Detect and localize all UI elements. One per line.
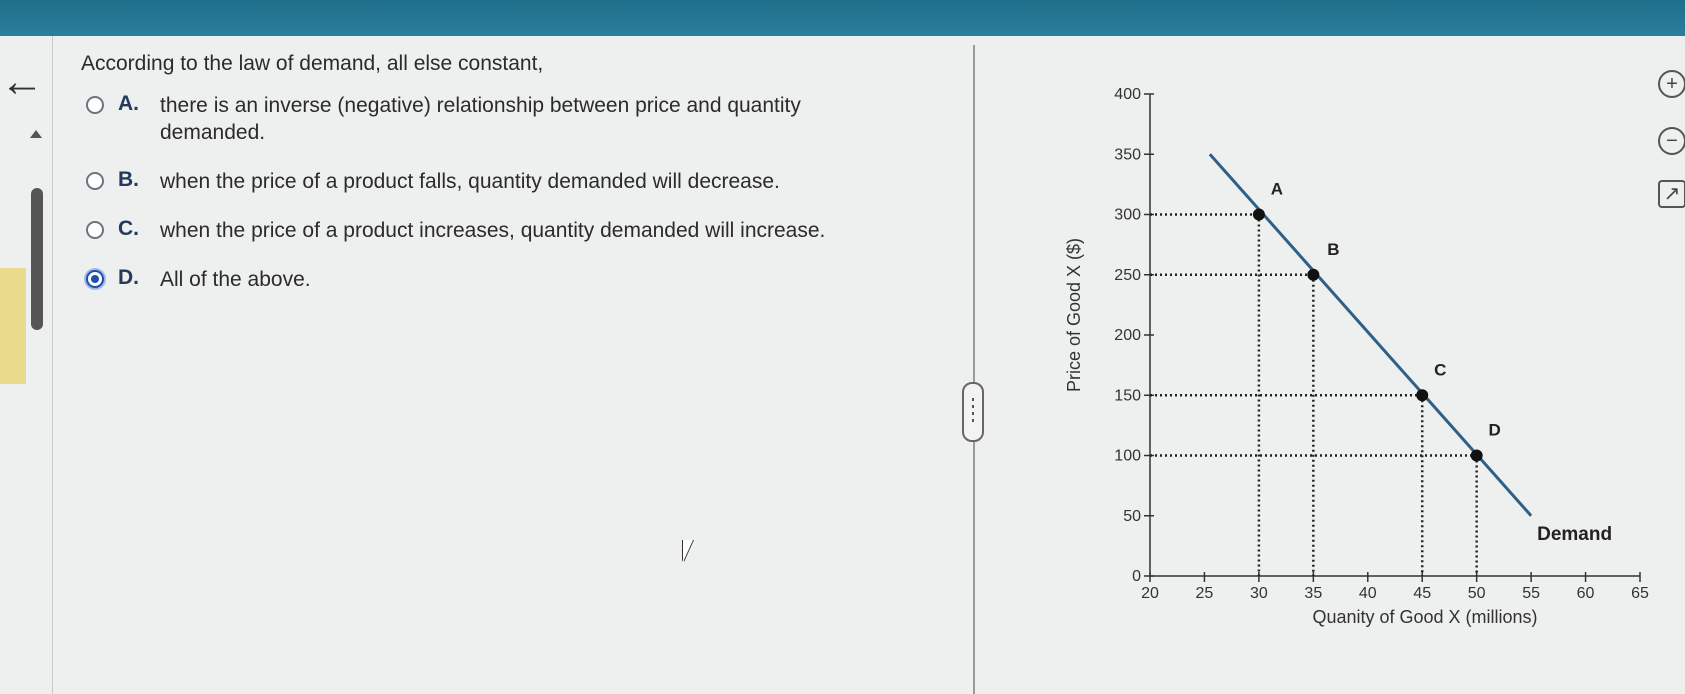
x-tick-label: 55 xyxy=(1522,585,1540,602)
y-tick-label: 50 xyxy=(1123,508,1141,525)
top-banner xyxy=(0,0,1685,36)
y-tick-label: 100 xyxy=(1114,448,1141,465)
point-b xyxy=(1307,268,1320,281)
option-d-text: All of the above. xyxy=(160,268,311,291)
scrollbar-thumb[interactable] xyxy=(31,188,43,330)
point-label-c: C xyxy=(1434,360,1446,379)
option-b-letter: B. xyxy=(118,168,139,191)
point-label-a: A xyxy=(1271,180,1283,199)
external-link-icon[interactable]: ↗ xyxy=(1658,180,1685,208)
y-tick-label: 0 xyxy=(1132,568,1141,585)
y-tick-label: 200 xyxy=(1114,327,1141,344)
option-a-radio[interactable] xyxy=(86,96,104,114)
y-tick-label: 400 xyxy=(1114,86,1141,103)
x-tick-label: 20 xyxy=(1141,585,1159,602)
x-tick-label: 65 xyxy=(1631,585,1649,602)
x-tick-label: 30 xyxy=(1250,585,1268,602)
question-panel: According to the law of demand, all else… xyxy=(81,52,941,315)
scroll-up-arrow-icon[interactable] xyxy=(30,130,42,138)
option-a-letter: A. xyxy=(118,92,139,115)
y-tick-label: 350 xyxy=(1114,146,1141,163)
demand-chart: 0 50 100 150 200 250 300 350 400 20 25 30 35 40 45 50 55… xyxy=(1064,86,1649,627)
option-b-text: when the price of a product falls, quant… xyxy=(160,170,780,193)
point-c xyxy=(1416,389,1429,402)
panel-resize-handle[interactable] xyxy=(962,382,984,442)
y-axis-label: Price of Good X ($) xyxy=(1064,238,1084,392)
x-tick-label: 60 xyxy=(1577,585,1595,602)
point-d xyxy=(1470,449,1483,462)
x-tick-label: 50 xyxy=(1468,585,1486,602)
option-a[interactable]: A. there is an inverse (negative) relati… xyxy=(81,92,941,146)
panel-divider xyxy=(973,45,975,694)
mouse-cursor-icon xyxy=(683,540,693,562)
option-a-text: there is an inverse (negative) relations… xyxy=(160,94,801,144)
point-label-d: D xyxy=(1489,421,1501,440)
x-axis-label: Quanity of Good X (millions) xyxy=(1312,607,1537,627)
y-tick-label: 250 xyxy=(1114,267,1141,284)
left-divider xyxy=(52,36,53,694)
grip-dots-icon xyxy=(972,398,974,426)
option-d-letter: D. xyxy=(118,266,139,289)
zoom-in-icon[interactable]: + xyxy=(1658,70,1685,98)
option-c-text: when the price of a product increases, q… xyxy=(160,219,826,242)
option-d-radio[interactable] xyxy=(86,270,104,288)
option-c-letter: C. xyxy=(118,217,139,240)
option-d[interactable]: D. All of the above. xyxy=(81,266,941,293)
x-tick-label: 40 xyxy=(1359,585,1377,602)
y-tick-label: 300 xyxy=(1114,207,1141,224)
option-c[interactable]: C. when the price of a product increases… xyxy=(81,217,941,244)
point-label-b: B xyxy=(1327,240,1339,259)
option-b-radio[interactable] xyxy=(86,172,104,190)
highlight-strip xyxy=(0,268,26,384)
back-arrow-icon[interactable]: ← xyxy=(0,60,44,104)
x-tick-label: 45 xyxy=(1413,585,1431,602)
y-tick-label: 150 xyxy=(1114,387,1141,404)
x-tick-label: 35 xyxy=(1304,585,1322,602)
x-tick-label: 25 xyxy=(1196,585,1214,602)
point-a xyxy=(1252,208,1265,221)
demand-label: Demand xyxy=(1537,524,1612,545)
option-c-radio[interactable] xyxy=(86,221,104,239)
option-b[interactable]: B. when the price of a product falls, qu… xyxy=(81,168,941,195)
zoom-out-icon[interactable]: − xyxy=(1658,127,1685,155)
question-prompt: According to the law of demand, all else… xyxy=(81,52,544,75)
